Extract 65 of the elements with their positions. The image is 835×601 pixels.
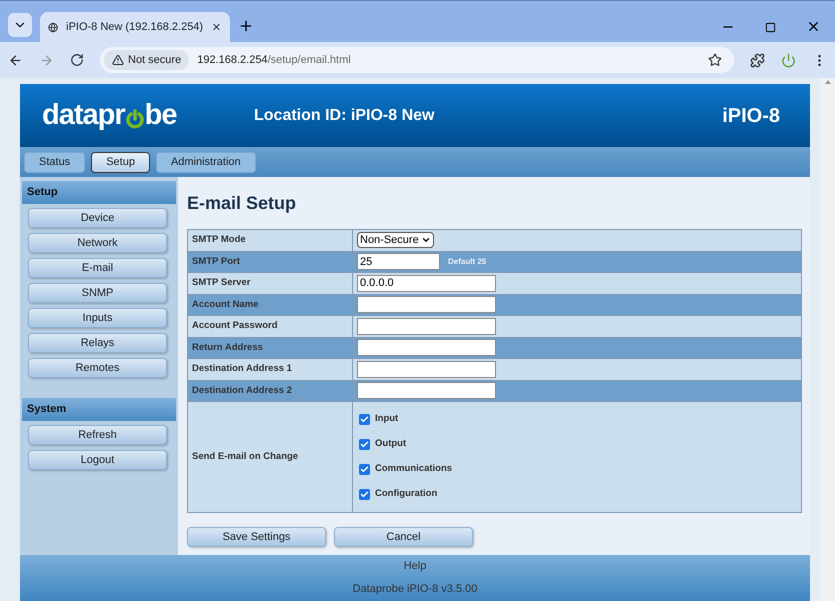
maximize-icon[interactable] <box>765 22 776 33</box>
address-bar[interactable]: Not secure 192.168.2.254/setup/email.html <box>100 47 734 73</box>
nav-tab[interactable]: Administration <box>156 152 256 172</box>
checkbox-label: Input <box>375 412 398 426</box>
sidebar-item[interactable]: Logout <box>28 450 167 470</box>
field-label: SMTP Mode <box>192 233 246 248</box>
back-icon[interactable] <box>8 52 23 68</box>
power-icon[interactable] <box>781 52 796 68</box>
sidebar-item[interactable]: Relays <box>28 333 167 353</box>
security-chip[interactable]: Not secure <box>104 50 190 70</box>
input-field[interactable] <box>357 339 496 356</box>
field-label: Account Password <box>192 319 278 334</box>
model-title: iPIO-8 <box>722 104 780 128</box>
field-label: SMTP Port <box>192 254 240 269</box>
globe-icon <box>48 20 58 34</box>
input-field[interactable]: 25 <box>357 253 440 270</box>
checkbox-label: Output <box>375 437 406 452</box>
input-field[interactable] <box>357 360 496 378</box>
field-label: Send E-mail on Change <box>192 450 298 464</box>
browser-tab[interactable]: iPIO-8 New (192.168.2.254) <box>40 12 230 42</box>
sidebar-heading: System <box>22 398 176 421</box>
input-field[interactable] <box>357 318 496 335</box>
field-label: Account Name <box>192 298 259 312</box>
scrollbar[interactable] <box>820 78 835 601</box>
power-icon <box>126 108 144 128</box>
extensions-icon[interactable] <box>750 52 765 68</box>
version-text: Dataprobe iPIO-8 v3.5.00 <box>352 582 478 598</box>
nav-tab[interactable]: Setup <box>91 152 150 172</box>
checkbox-label: Configuration <box>375 487 438 502</box>
input-field[interactable]: 0.0.0.0 <box>357 274 496 292</box>
url-text: 192.168.2.254/setup/email.html <box>197 52 351 68</box>
reload-icon[interactable] <box>70 53 84 67</box>
sidebar-item[interactable]: SNMP <box>28 283 167 303</box>
tab-list-button[interactable] <box>8 13 32 37</box>
form-button[interactable]: Save Settings <box>187 527 326 547</box>
checkbox[interactable] <box>359 489 370 500</box>
checkbox[interactable] <box>359 464 370 475</box>
warning-icon <box>112 54 124 66</box>
field-label: Destination Address 1 <box>192 362 292 376</box>
checkbox[interactable] <box>359 414 370 425</box>
new-tab-icon[interactable] <box>238 18 254 34</box>
field-label: Return Address <box>192 340 263 355</box>
field-label: SMTP Server <box>192 276 250 290</box>
dataprobe-logo: datapr be <box>42 98 178 133</box>
nav-tab[interactable]: Status <box>24 152 86 172</box>
hint-text: Default 25 <box>448 256 486 268</box>
sidebar-item[interactable]: Inputs <box>28 308 167 328</box>
sidebar-item[interactable]: Remotes <box>28 358 167 378</box>
field-label: Destination Address 2 <box>192 384 292 398</box>
select-field[interactable]: Non-Secure <box>357 232 434 248</box>
page-title: E-mail Setup <box>187 192 298 215</box>
close-window-icon[interactable] <box>806 19 821 34</box>
location-title: Location ID: iPIO-8 New <box>254 106 436 126</box>
sidebar-item[interactable]: Network <box>28 233 167 253</box>
help-link[interactable]: Help <box>404 558 426 575</box>
input-field[interactable] <box>357 382 496 400</box>
sidebar-item[interactable]: Device <box>28 208 167 228</box>
bookmark-star-icon[interactable] <box>708 53 722 67</box>
input-field[interactable] <box>357 296 496 314</box>
form-button[interactable]: Cancel <box>334 527 473 547</box>
checkbox-label: Communications <box>375 462 452 476</box>
checkbox[interactable] <box>359 439 370 450</box>
sidebar-item[interactable]: E-mail <box>28 258 167 278</box>
sidebar-heading: Setup <box>22 181 176 204</box>
sidebar-item[interactable]: Refresh <box>28 425 167 445</box>
